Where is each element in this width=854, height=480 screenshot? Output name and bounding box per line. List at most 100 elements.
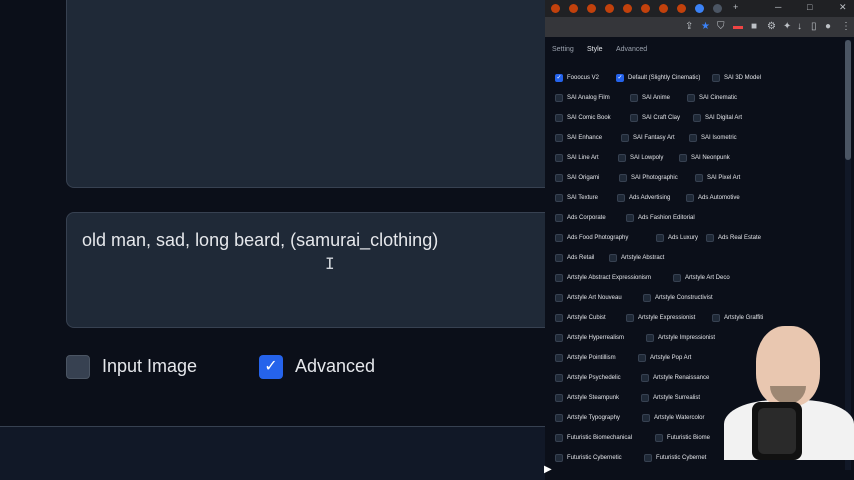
style-checkbox[interactable]: [712, 74, 720, 82]
style-checkbox[interactable]: [638, 354, 646, 362]
style-checkbox-item[interactable]: SAI Enhance: [555, 130, 602, 146]
style-checkbox-item[interactable]: Artstyle Abstract: [609, 250, 664, 266]
style-checkbox[interactable]: [619, 174, 627, 182]
tab-favicon-icon[interactable]: [569, 4, 578, 13]
style-checkbox[interactable]: [555, 454, 563, 462]
tab-advanced[interactable]: Advanced: [616, 46, 647, 53]
style-checkbox-item[interactable]: SAI Neonpunk: [679, 150, 730, 166]
style-checkbox[interactable]: [555, 114, 563, 122]
style-checkbox-item[interactable]: Ads Luxury: [656, 230, 698, 246]
style-checkbox-item[interactable]: Artstyle Steampunk: [555, 390, 619, 406]
style-checkbox-item[interactable]: Futuristic Cybernet: [644, 450, 706, 466]
style-checkbox-item[interactable]: Artstyle Constructivist: [643, 290, 713, 306]
profile-icon[interactable]: ●: [825, 21, 831, 33]
style-checkbox-item[interactable]: Artstyle Expressionist: [626, 310, 695, 326]
style-checkbox[interactable]: [555, 194, 563, 202]
style-checkbox[interactable]: [617, 194, 625, 202]
style-checkbox[interactable]: [686, 194, 694, 202]
style-checkbox[interactable]: [655, 434, 663, 442]
style-checkbox[interactable]: [555, 374, 563, 382]
tab-setting[interactable]: Setting: [552, 46, 574, 53]
tab-favicon-icon[interactable]: [677, 4, 686, 13]
style-checkbox[interactable]: [555, 154, 563, 162]
style-checkbox-item[interactable]: ✓ Fooocus V2: [555, 70, 599, 86]
tab-style[interactable]: Style: [587, 46, 603, 53]
style-checkbox-item[interactable]: Futuristic Cybernetic: [555, 450, 622, 466]
style-checkbox-item[interactable]: Ads Fashion Editorial: [626, 210, 695, 226]
style-checkbox-item[interactable]: Artstyle Surrealist: [641, 390, 700, 406]
maximize-icon[interactable]: □: [807, 2, 812, 12]
tab-favicon-icon[interactable]: [659, 4, 668, 13]
style-checkbox[interactable]: [695, 174, 703, 182]
style-checkbox[interactable]: [555, 214, 563, 222]
style-checkbox-item[interactable]: Artstyle Watercolor: [642, 410, 704, 426]
style-checkbox[interactable]: [644, 454, 652, 462]
style-checkbox[interactable]: [643, 294, 651, 302]
style-checkbox-item[interactable]: SAI Pixel Art: [695, 170, 740, 186]
style-checkbox[interactable]: [555, 414, 563, 422]
tab-favicon-icon[interactable]: [551, 4, 560, 13]
puzzle-icon[interactable]: ✦: [783, 21, 791, 33]
style-checkbox[interactable]: [689, 134, 697, 142]
bookmark-star-icon[interactable]: ★: [701, 21, 710, 33]
style-checkbox-item[interactable]: Artstyle Art Nouveau: [555, 290, 622, 306]
style-checkbox-item[interactable]: SAI Texture: [555, 190, 598, 206]
style-checkbox-item[interactable]: Artstyle Abstract Expressionism: [555, 270, 651, 286]
style-checkbox[interactable]: [618, 154, 626, 162]
new-tab-icon[interactable]: +: [733, 2, 738, 12]
style-checkbox[interactable]: [555, 254, 563, 262]
extension-icon[interactable]: ▬: [733, 21, 743, 33]
style-checkbox-item[interactable]: ✓ Default (Slightly Cinematic): [616, 70, 700, 86]
style-checkbox[interactable]: ✓: [555, 74, 563, 82]
style-checkbox-item[interactable]: Artstyle Typography: [555, 410, 620, 426]
style-checkbox-item[interactable]: Artstyle Art Deco: [673, 270, 730, 286]
style-checkbox-item[interactable]: Ads Corporate: [555, 210, 606, 226]
style-checkbox-item[interactable]: SAI Cinematic: [687, 90, 737, 106]
tab-favicon-icon[interactable]: [641, 4, 650, 13]
style-checkbox-item[interactable]: SAI Photographic: [619, 170, 678, 186]
style-checkbox-item[interactable]: SAI Isometric: [689, 130, 737, 146]
style-checkbox[interactable]: [555, 134, 563, 142]
style-checkbox-item[interactable]: SAI Comic Book: [555, 110, 611, 126]
style-checkbox[interactable]: ✓: [616, 74, 624, 82]
style-checkbox[interactable]: [693, 114, 701, 122]
style-checkbox[interactable]: [626, 314, 634, 322]
style-checkbox[interactable]: [555, 394, 563, 402]
style-checkbox-item[interactable]: Artstyle Psychedelic: [555, 370, 621, 386]
style-checkbox[interactable]: [687, 94, 695, 102]
style-checkbox-item[interactable]: Artstyle Hyperrealism: [555, 330, 624, 346]
style-checkbox-item[interactable]: Ads Real Estate: [706, 230, 761, 246]
style-checkbox[interactable]: [555, 294, 563, 302]
style-checkbox[interactable]: [679, 154, 687, 162]
style-checkbox[interactable]: [555, 334, 563, 342]
style-checkbox[interactable]: [656, 234, 664, 242]
minimize-icon[interactable]: ─: [775, 2, 781, 12]
style-checkbox-item[interactable]: SAI Analog Film: [555, 90, 610, 106]
style-checkbox[interactable]: [641, 374, 649, 382]
style-checkbox-item[interactable]: SAI Anime: [630, 90, 670, 106]
tab-favicon-icon[interactable]: [605, 4, 614, 13]
tab-favicon-icon[interactable]: [623, 4, 632, 13]
style-checkbox-item[interactable]: SAI Craft Clay: [630, 110, 680, 126]
style-checkbox-item[interactable]: SAI Lowpoly: [618, 150, 663, 166]
sidebar-icon[interactable]: ▯: [811, 21, 817, 33]
extension-icon[interactable]: ⚙: [767, 21, 776, 33]
download-icon[interactable]: ↓: [797, 21, 802, 33]
shield-icon[interactable]: ⛉: [717, 21, 725, 33]
style-checkbox-item[interactable]: Ads Advertising: [617, 190, 670, 206]
close-icon[interactable]: ✕: [839, 2, 847, 13]
style-checkbox[interactable]: [630, 114, 638, 122]
menu-icon[interactable]: ⋮: [841, 21, 851, 33]
style-checkbox[interactable]: [626, 214, 634, 222]
style-checkbox[interactable]: [555, 314, 563, 322]
tab-favicon-icon[interactable]: [713, 4, 722, 13]
style-checkbox[interactable]: [555, 354, 563, 362]
style-checkbox[interactable]: [555, 274, 563, 282]
style-checkbox[interactable]: [555, 174, 563, 182]
share-icon[interactable]: ⇪: [685, 21, 693, 33]
extension-icon[interactable]: ■: [751, 21, 757, 33]
style-checkbox-item[interactable]: Ads Retail: [555, 250, 594, 266]
style-checkbox-item[interactable]: SAI Fantasy Art: [621, 130, 675, 146]
style-checkbox[interactable]: [609, 254, 617, 262]
style-checkbox[interactable]: [555, 234, 563, 242]
